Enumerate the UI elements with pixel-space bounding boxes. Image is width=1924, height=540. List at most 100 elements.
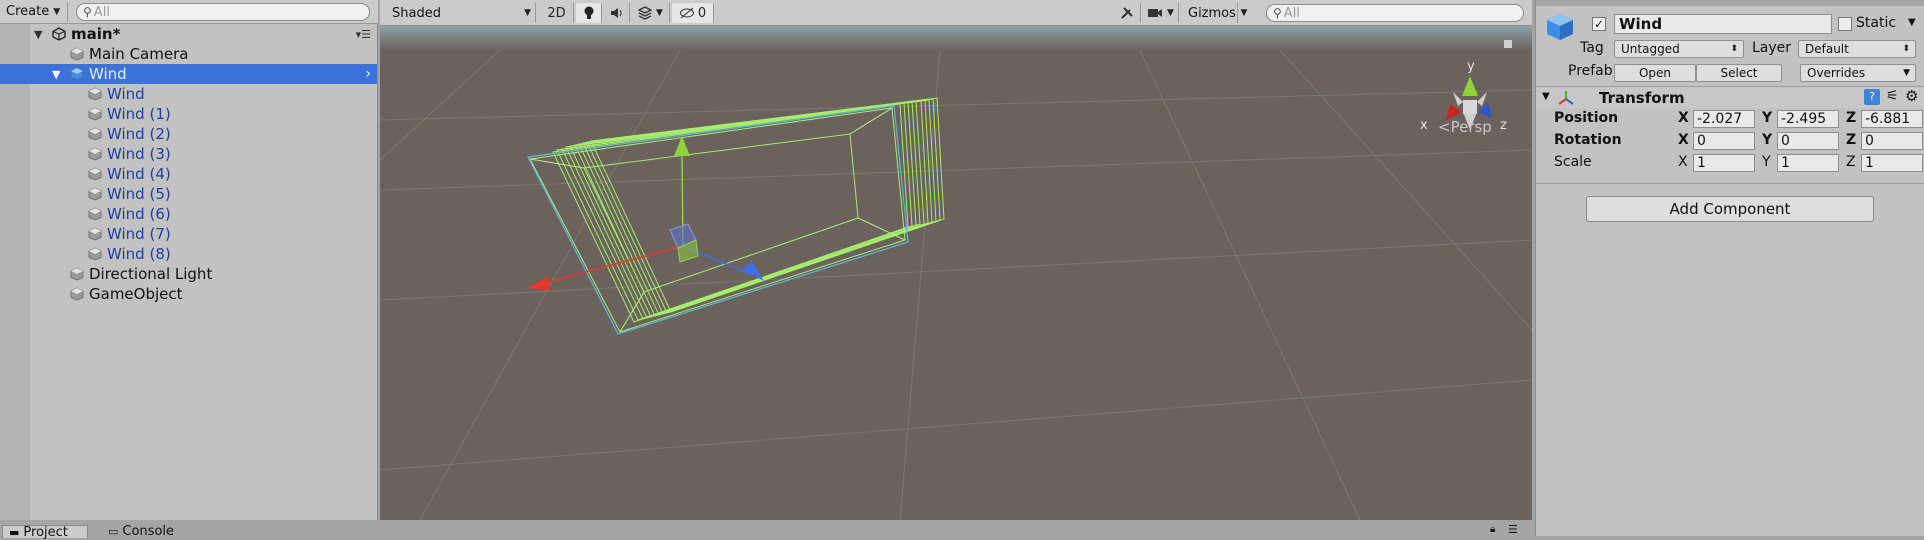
z-arrow-cone[interactable] <box>743 261 764 281</box>
hierarchy-item-label: Directional Light <box>89 265 213 283</box>
scale-x-field[interactable]: 1 <box>1693 154 1755 172</box>
y-arrow-cone[interactable] <box>674 136 690 156</box>
gizmo-neg-z-cone[interactable] <box>1477 92 1487 106</box>
rotation-y-field[interactable]: 0 <box>1777 132 1839 150</box>
help-icon[interactable]: ? <box>1864 89 1880 105</box>
static-checkbox[interactable] <box>1838 17 1852 31</box>
speaker-icon <box>610 8 621 18</box>
panel-menu-icon[interactable]: ☰ <box>1508 523 1518 536</box>
tools-button[interactable] <box>1113 3 1141 23</box>
2d-mode-button[interactable]: 2D <box>540 3 574 23</box>
tag-dropdown[interactable]: Untagged ⬍ <box>1614 40 1744 58</box>
hidden-objects-toggle[interactable]: 0 <box>672 3 714 23</box>
scale-z-label[interactable]: Z <box>1846 154 1856 170</box>
scene-search-input[interactable]: ⚲ All <box>1266 4 1524 22</box>
foldout-expanded-icon[interactable]: ▼ <box>52 68 60 81</box>
hierarchy-item[interactable]: Wind (3) <box>0 144 377 164</box>
hierarchy-item-selected[interactable]: ▼ Wind › <box>0 64 377 84</box>
tab-project-label: Project <box>23 524 68 540</box>
gameobject-cube-icon <box>1547 14 1573 40</box>
hierarchy-panel: Create ▼ ⚲ All ▼ main* ▾☰ Main Camera ▼ Wi… <box>0 0 378 520</box>
prefab-overrides-dropdown[interactable]: Overrides ▼ <box>1800 64 1916 82</box>
position-z-label[interactable]: Z <box>1846 110 1856 126</box>
caret-down-icon: ▼ <box>53 6 61 17</box>
gizmo-neg-x-cone[interactable] <box>1453 92 1463 106</box>
gizmo-center-cube[interactable] <box>1463 100 1477 114</box>
overrides-label: Overrides <box>1807 66 1866 80</box>
layer-dropdown[interactable]: Default ⬍ <box>1798 40 1916 58</box>
prefab-cube-icon <box>88 127 102 141</box>
prefab-select-button[interactable]: Select <box>1696 64 1782 82</box>
gizmo-y-cone[interactable] <box>1462 76 1478 96</box>
gear-icon[interactable]: ⚙ <box>1905 87 1918 105</box>
add-component-button[interactable]: Add Component <box>1586 196 1874 222</box>
hierarchy-item[interactable]: Wind (6) <box>0 204 377 224</box>
x-arrow-cone[interactable] <box>528 276 550 291</box>
hierarchy-item-label: Wind (4) <box>107 165 171 183</box>
hierarchy-item[interactable]: Wind (7) <box>0 224 377 244</box>
object-name-field[interactable]: Wind <box>1614 14 1832 34</box>
unity-scene-icon <box>52 27 66 41</box>
hierarchy-item[interactable]: Wind (1) <box>0 104 377 124</box>
folder-icon: ▬ <box>9 525 20 539</box>
active-checkbox[interactable]: ✓ <box>1592 17 1606 31</box>
tab-project[interactable]: ▬ Project <box>2 524 88 540</box>
prefab-open-button[interactable]: Open <box>1614 64 1696 82</box>
position-x-label[interactable]: X <box>1678 110 1689 126</box>
dropdown-arrows-icon: ⬍ <box>1730 44 1738 54</box>
scale-x-label[interactable]: X <box>1678 154 1688 170</box>
camera-dropdown[interactable]: ▼ <box>1143 3 1179 23</box>
preset-sliders-icon[interactable]: ⚟ <box>1886 88 1899 104</box>
lock-icon[interactable]: 🔒︎ <box>1490 524 1495 535</box>
scene-root-row[interactable]: ▼ main* ▾☰ <box>0 24 377 44</box>
gizmos-dropdown[interactable]: Gizmos <box>1182 3 1238 23</box>
foldout-expanded-icon[interactable]: ▼ <box>1542 91 1550 102</box>
rotation-z-field[interactable]: 0 <box>1861 132 1923 150</box>
gizmos-caret-button[interactable]: ▼ <box>1238 3 1250 23</box>
lighting-toggle[interactable] <box>576 3 602 23</box>
position-y-field[interactable]: -2.495 <box>1777 110 1839 128</box>
position-x-field[interactable]: -2.027 <box>1693 110 1755 128</box>
scale-y-label[interactable]: Y <box>1762 154 1771 170</box>
effects-dropdown[interactable]: ▼ <box>632 3 670 23</box>
hierarchy-search-placeholder: All <box>93 4 110 20</box>
tab-console[interactable]: ▭ Console <box>102 524 192 539</box>
scale-y-field[interactable]: 1 <box>1777 154 1839 172</box>
hierarchy-item[interactable]: Wind (2) <box>0 124 377 144</box>
persp-text: Persp <box>1450 118 1492 136</box>
shading-mode-dropdown[interactable]: Shaded ▼ <box>386 3 536 23</box>
scale-z-field[interactable]: 1 <box>1861 154 1923 172</box>
transform-axes-icon <box>1558 91 1574 105</box>
hierarchy-item[interactable]: Wind (5) <box>0 184 377 204</box>
x-axis-handle[interactable] <box>540 245 684 285</box>
hierarchy-item[interactable]: Wind <box>0 84 377 104</box>
hierarchy-tree[interactable]: ▼ main* ▾☰ Main Camera ▼ Wind › Wind Wind (1)… <box>0 24 377 520</box>
hierarchy-item[interactable]: Wind (8) <box>0 244 377 264</box>
prefab-open-arrow-icon[interactable]: › <box>365 66 371 82</box>
persp-label[interactable]: <Persp <box>1438 118 1492 136</box>
hierarchy-search-input[interactable]: ⚲ All <box>76 3 370 21</box>
lock-icon[interactable] <box>1504 40 1512 48</box>
position-z-field[interactable]: -6.881 <box>1861 110 1923 128</box>
create-button[interactable]: Create ▼ <box>0 1 68 22</box>
caret-down-icon: ▼ <box>1240 8 1248 18</box>
rotation-x-field[interactable]: 0 <box>1693 132 1755 150</box>
transform-header[interactable]: ▼ Transform ? ⚟ ⚙ <box>1536 86 1924 108</box>
hierarchy-item[interactable]: Main Camera <box>0 44 377 64</box>
scene-canvas[interactable]: y x z <box>380 26 1532 520</box>
gameobject-icon <box>70 287 84 301</box>
rotation-z-label[interactable]: Z <box>1846 132 1856 148</box>
hierarchy-item[interactable]: Wind (4) <box>0 164 377 184</box>
static-dropdown-icon[interactable]: ▼ <box>1908 17 1916 28</box>
transform-title: Transform <box>1599 89 1685 107</box>
foldout-expanded-icon[interactable]: ▼ <box>34 28 42 41</box>
horizon-gradient <box>380 26 1532 50</box>
hierarchy-item[interactable]: Directional Light <box>0 264 377 284</box>
audio-toggle[interactable] <box>604 3 630 23</box>
scene-menu-icon[interactable]: ▾☰ <box>356 28 371 41</box>
rotation-y-label[interactable]: Y <box>1762 132 1772 148</box>
rotation-x-label[interactable]: X <box>1678 132 1689 148</box>
hierarchy-item[interactable]: GameObject <box>0 284 377 304</box>
position-y-label[interactable]: Y <box>1762 110 1772 126</box>
caret-down-icon: ▼ <box>1903 68 1910 78</box>
